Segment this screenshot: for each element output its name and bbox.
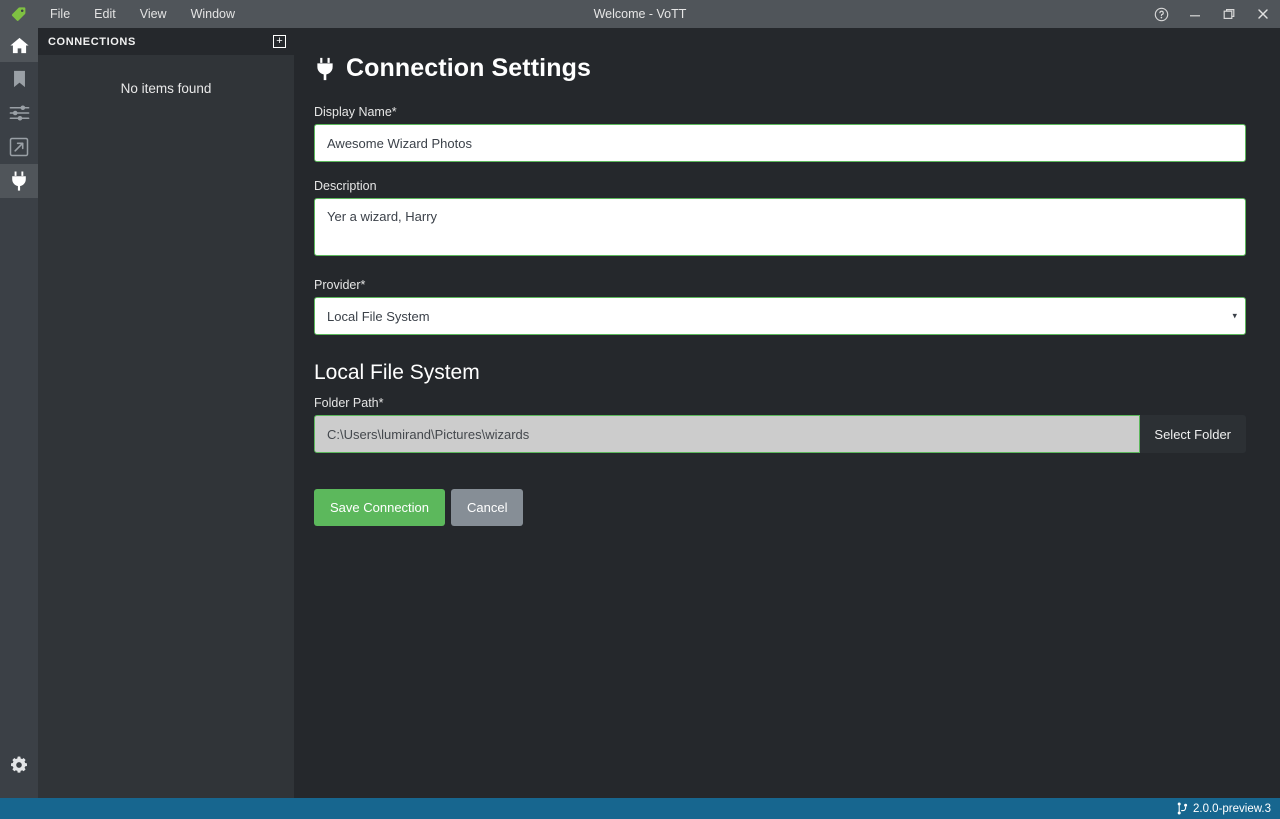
connections-panel: CONNECTIONS + No items found [38, 28, 294, 798]
status-bar: 2.0.0-preview.3 [0, 798, 1280, 819]
app-logo [0, 4, 38, 24]
app-version: 2.0.0-preview.3 [1193, 802, 1271, 815]
connections-list: No items found [38, 55, 294, 798]
field-folder-path: Folder Path* Select Folder [314, 396, 1246, 453]
sliders-icon [9, 104, 30, 122]
provider-section-title: Local File System [314, 361, 480, 384]
plug-icon [9, 170, 29, 192]
connections-panel-title: CONNECTIONS [48, 35, 136, 48]
rail-settings-sliders[interactable] [0, 96, 38, 130]
save-connection-button[interactable]: Save Connection [314, 489, 446, 526]
connection-settings-form: Display Name* Description Yer a wizard, … [314, 105, 1246, 526]
plug-icon [314, 57, 336, 81]
description-label: Description [314, 179, 377, 193]
minimize-icon [1188, 7, 1202, 21]
field-display-name: Display Name* [314, 105, 1246, 162]
menu-bar: File Edit View Window [38, 4, 247, 25]
minimize-button[interactable] [1178, 0, 1212, 28]
form-actions: Save Connection Cancel [314, 489, 1246, 526]
menu-view[interactable]: View [128, 4, 179, 25]
folder-path-input[interactable] [314, 415, 1141, 453]
help-icon [1154, 7, 1169, 22]
window-controls [1144, 0, 1280, 28]
description-textarea[interactable]: Yer a wizard, Harry [314, 198, 1246, 256]
folder-path-group: Select Folder [314, 415, 1246, 453]
tag-logo-icon [9, 4, 29, 24]
display-name-input[interactable] [314, 124, 1246, 162]
gear-icon [9, 755, 29, 775]
menu-file[interactable]: File [38, 4, 82, 25]
app-window: File Edit View Window Welcome - VoTT CON… [0, 0, 1280, 819]
rail-home[interactable] [0, 28, 38, 62]
display-name-label: Display Name* [314, 105, 397, 119]
main-content: Connection Settings Display Name* Descri… [294, 28, 1280, 798]
restore-icon [1222, 7, 1236, 21]
page-title-text: Connection Settings [346, 54, 591, 82]
app-body: CONNECTIONS + No items found Connection [0, 28, 1280, 798]
title-bar: File Edit View Window Welcome - VoTT [0, 0, 1280, 28]
menu-edit[interactable]: Edit [82, 4, 128, 25]
select-folder-button[interactable]: Select Folder [1140, 415, 1246, 453]
cancel-button[interactable]: Cancel [451, 489, 524, 526]
folder-path-label: Folder Path* [314, 396, 384, 410]
field-description: Description Yer a wizard, Harry [314, 179, 1246, 261]
rail-connections[interactable] [0, 164, 38, 198]
close-icon [1256, 7, 1270, 21]
connections-empty-message: No items found [120, 81, 212, 96]
nav-rail [0, 28, 38, 798]
home-icon [9, 35, 30, 56]
rail-tags[interactable] [0, 62, 38, 96]
connections-panel-header: CONNECTIONS + [38, 28, 294, 55]
add-connection-button[interactable]: + [273, 35, 286, 48]
export-arrow-icon [9, 137, 29, 157]
provider-select[interactable]: Local File System [314, 297, 1246, 335]
provider-select-wrapper: Local File System ▾ [314, 297, 1246, 335]
rail-app-settings[interactable] [0, 748, 38, 782]
provider-label: Provider* [314, 278, 366, 292]
git-branch-icon [1177, 802, 1188, 815]
maximize-button[interactable] [1212, 0, 1246, 28]
close-button[interactable] [1246, 0, 1280, 28]
help-button[interactable] [1144, 0, 1178, 28]
menu-window[interactable]: Window [179, 4, 247, 25]
rail-export[interactable] [0, 130, 38, 164]
page-title: Connection Settings [314, 54, 1252, 83]
bookmark-icon [11, 69, 28, 89]
field-provider: Provider* Local File System ▾ [314, 278, 1246, 335]
